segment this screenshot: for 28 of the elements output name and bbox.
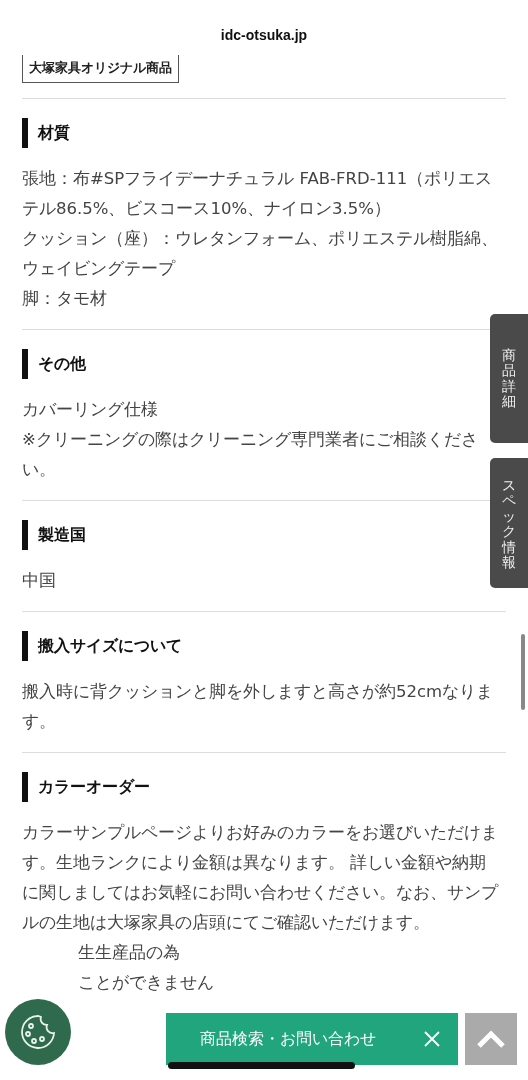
body-text: ※クリーニングの際はクリーニング専門業者にご相談ください。 (22, 429, 479, 481)
body-text: 生生産品の為 (78, 942, 181, 964)
body-text: 脚：タモ材 (22, 288, 108, 310)
body-text: クッション（座）：ウレタンフォーム、ポリエステル樹脂綿、ウェイビングテープ (22, 228, 499, 280)
body-text: 中国 (22, 570, 57, 592)
site-domain[interactable]: idc-otsuka.jp (220, 0, 308, 49)
scroll-top-button[interactable] (465, 1013, 517, 1065)
section-heading: その他 (38, 353, 86, 375)
body-text: 張地：布#SPフライデーナチュラル FAB-FRD-111（ポリエステル86.5%、ビスコース10%、ナイロン3.5%） (22, 168, 494, 220)
section-heading: カラーオーダー (38, 776, 150, 798)
heading-bar (22, 631, 28, 661)
section-heading: 搬入サイズについて (38, 635, 182, 657)
body-text: カラーサンプルページよりお好みのカラーをお選びいただけます。生地ランクにより金額は異なります。 詳しい金額や納期に関しましてはお気軽にお問い合わせください。なお、サンプルの生地は大塚家具の店頭にてご確認いただけます。 (22, 822, 500, 934)
side-tab[interactable]: スペック情報 (490, 458, 528, 588)
section-heading: 材質 (38, 122, 70, 144)
heading-bar (22, 349, 28, 379)
heading-bar (22, 520, 28, 550)
cookie-icon (19, 1013, 57, 1051)
body-text: カバーリング仕様 (22, 399, 159, 421)
heading-bar (22, 118, 28, 148)
heading-bar (22, 772, 28, 802)
chevron-up-icon (476, 1029, 506, 1049)
body-text: ことができません (78, 972, 215, 994)
product-tag: 大塚家具オリジナル商品 (22, 55, 179, 83)
body-text: 搬入時に背クッションと脚を外しますと高さが約52cmなります。 (22, 681, 495, 733)
close-icon (424, 1031, 440, 1047)
section-heading: 製造国 (38, 524, 86, 546)
side-tab[interactable]: 商品詳細 (490, 314, 528, 443)
